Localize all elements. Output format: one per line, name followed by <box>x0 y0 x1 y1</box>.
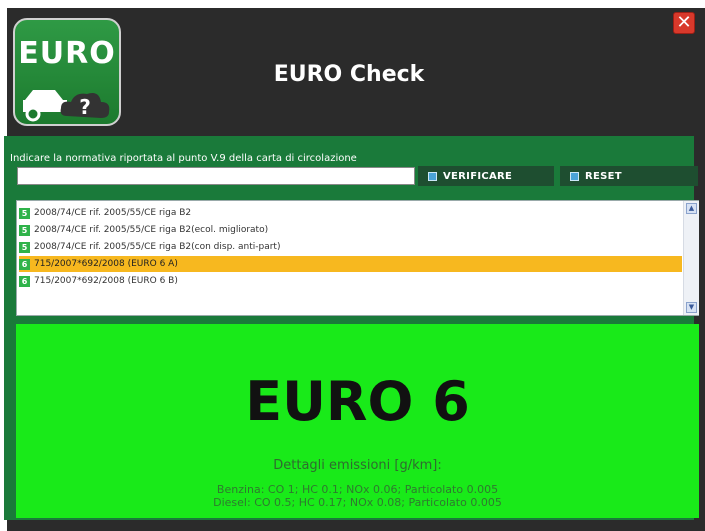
euro-class-result: EURO 6 <box>245 370 470 433</box>
list-item-label: 2008/74/CE rif. 2005/55/CE riga B2(ecol.… <box>34 225 269 235</box>
reset-button-label: RESET <box>585 170 622 182</box>
reset-icon <box>570 171 579 181</box>
list-item[interactable]: 6 715/2007*692/2008 (EURO 6 B) <box>19 273 682 289</box>
list-item[interactable]: 5 2008/74/CE rif. 2005/55/CE riga B2 <box>19 205 682 221</box>
euro-badge: 6 <box>19 275 30 287</box>
close-icon[interactable]: ✕ <box>676 12 691 33</box>
svg-text:?: ? <box>79 95 91 119</box>
euro-badge: 6 <box>19 258 30 270</box>
list-scrollbar[interactable]: ▲ ▼ <box>683 201 699 315</box>
scroll-up-icon[interactable]: ▲ <box>686 203 697 214</box>
euro-badge: 5 <box>19 207 30 219</box>
close-button[interactable]: ✕ <box>673 12 695 34</box>
verify-icon <box>428 171 437 181</box>
verify-button-label: VERIFICARE <box>443 170 513 182</box>
scroll-down-icon[interactable]: ▼ <box>686 302 697 313</box>
emissions-heading: Dettagli emissioni [g/km]: <box>273 458 442 473</box>
benzina-emissions: Benzina: CO 1; HC 0.1; NOx 0.06; Partico… <box>216 483 499 496</box>
diesel-emissions: Diesel: CO 0.5; HC 0.17; NOx 0.08; Parti… <box>213 496 502 509</box>
euro-badge: 5 <box>19 241 30 253</box>
list-item[interactable]: 5 2008/74/CE rif. 2005/55/CE riga B2(eco… <box>19 222 682 238</box>
euro-badge: 5 <box>19 224 30 236</box>
result-panel: EURO 6 Dettagli emissioni [g/km]: Benzin… <box>16 324 699 518</box>
list-item[interactable]: 5 2008/74/CE rif. 2005/55/CE riga B2(con… <box>19 239 682 255</box>
list-item-label: 2008/74/CE rif. 2005/55/CE riga B2 <box>34 208 192 218</box>
instruction-label: Indicare la normativa riportata al punto… <box>10 153 357 164</box>
list-item-selected[interactable]: 6 715/2007*692/2008 (EURO 6 A) <box>19 256 682 272</box>
list-item-label: 715/2007*692/2008 (EURO 6 B) <box>34 276 178 286</box>
list-item-label: 2008/74/CE rif. 2005/55/CE riga B2(con d… <box>34 242 281 252</box>
reset-button[interactable]: RESET <box>560 166 698 186</box>
regulation-list[interactable]: 5 2008/74/CE rif. 2005/55/CE riga B2 5 2… <box>16 200 699 316</box>
search-input[interactable] <box>17 167 415 185</box>
verify-button[interactable]: VERIFICARE <box>418 166 554 186</box>
app-title: EURO Check <box>273 62 425 87</box>
list-item-label: 715/2007*692/2008 (EURO 6 A) <box>34 259 178 269</box>
